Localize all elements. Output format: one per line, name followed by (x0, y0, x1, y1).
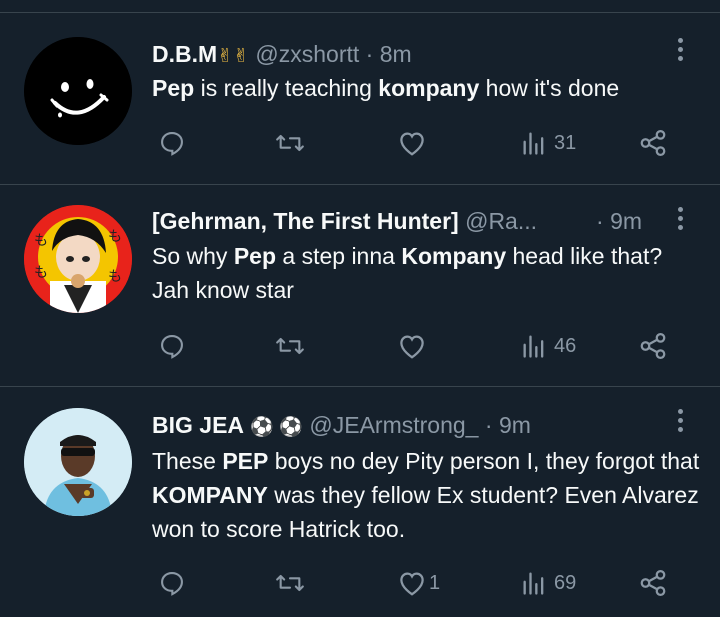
reply-button[interactable] (158, 565, 192, 601)
share-button[interactable] (638, 328, 668, 364)
share-icon (640, 333, 666, 359)
svg-text:も: も (108, 229, 122, 245)
heart-icon (400, 335, 424, 359)
retweet-button[interactable] (274, 565, 312, 601)
tweet-text: These PEP boys no dey Pity person I, the… (152, 444, 702, 546)
retweet-icon (276, 337, 304, 355)
tweet-header: BIG JEA ⚽ ⚽ @JEArmstrong_ · 9m (152, 411, 660, 442)
views-count: 69 (554, 571, 577, 594)
text-bold: PEP (222, 448, 269, 474)
text-bold: Kompany (401, 243, 507, 269)
display-name[interactable]: [Gehrman, The First Hunter] (152, 208, 459, 234)
svg-text:も: も (108, 269, 122, 285)
separator-dot: · (359, 41, 380, 67)
text-plain: So why (152, 243, 234, 269)
share-button[interactable] (638, 125, 668, 161)
username[interactable]: @JEArmstrong_ (309, 412, 478, 438)
retweet-icon (276, 574, 304, 592)
avatar[interactable] (24, 408, 132, 516)
reply-button[interactable] (158, 125, 192, 161)
more-options-icon[interactable] (676, 207, 684, 234)
action-bar: 46 (152, 328, 682, 364)
username[interactable]: @Ra... (465, 208, 537, 234)
timestamp[interactable]: 9m (499, 412, 531, 438)
views-icon (523, 132, 544, 155)
top-divider (0, 12, 720, 13)
views-button[interactable]: 31 (520, 125, 576, 161)
text-bold: kompany (378, 75, 480, 101)
display-name[interactable]: D.B.M (152, 41, 217, 67)
text-plain: boys no dey Pity person I, they forgot t… (268, 448, 700, 474)
more-options-icon[interactable] (676, 38, 684, 65)
like-button[interactable] (397, 328, 433, 364)
tweet-time: · 9m (596, 207, 660, 235)
action-bar: 1 69 (152, 565, 682, 601)
text-bold: Pep (152, 75, 195, 101)
share-icon (640, 570, 666, 596)
views-button[interactable]: 69 (520, 565, 576, 601)
action-bar: 31 (152, 125, 682, 161)
smiley-face-icon (24, 37, 132, 145)
like-count: 1 (429, 571, 441, 594)
text-plain: These (152, 448, 223, 474)
text-bold: KOMPANY (152, 482, 268, 508)
tweet-divider (0, 386, 720, 387)
views-button[interactable]: 46 (520, 328, 576, 364)
svg-text:も: も (34, 265, 48, 281)
reply-icon (161, 132, 183, 156)
reply-icon (161, 572, 183, 596)
username[interactable]: @zxshortt (255, 41, 359, 67)
anime-avatar-icon: も も も も (24, 205, 132, 313)
name-emoji: ⚽ ⚽ (250, 417, 304, 438)
retweet-icon (276, 134, 304, 152)
text-bold: Pep (233, 243, 277, 269)
like-button[interactable] (397, 125, 433, 161)
share-icon (640, 130, 666, 156)
avatar[interactable] (24, 37, 132, 145)
heart-icon (400, 132, 424, 156)
tweet-header: D.B.M✌✌ @zxshortt · 8m (152, 40, 660, 71)
text-plain: a step inna (276, 243, 402, 269)
more-options-icon[interactable] (676, 409, 684, 436)
text-plain: how it's done (479, 75, 620, 101)
views-icon (523, 335, 544, 358)
separator-dot: · (596, 208, 611, 234)
views-count: 46 (554, 334, 577, 357)
timestamp[interactable]: 8m (380, 41, 412, 67)
views-icon (523, 572, 544, 595)
views-count: 31 (554, 131, 577, 154)
text-plain: is really teaching (194, 75, 379, 101)
tweet-header: [Gehrman, The First Hunter] @Ra... (152, 207, 625, 235)
retweet-button[interactable] (274, 328, 312, 364)
svg-text:も: も (34, 233, 48, 249)
tweet-text: Pep is really teaching kompany how it's … (152, 71, 702, 105)
timestamp[interactable]: 9m (610, 208, 642, 234)
retweet-button[interactable] (274, 125, 312, 161)
display-name[interactable]: BIG JEA (152, 412, 244, 438)
person-photo-icon (24, 408, 132, 516)
reply-icon (161, 335, 183, 359)
avatar[interactable]: も も も も (24, 205, 132, 313)
name-emoji: ✌✌ (217, 46, 250, 67)
heart-icon (400, 572, 424, 596)
separator-dot: · (478, 412, 499, 438)
like-button[interactable]: 1 (397, 565, 440, 601)
reply-button[interactable] (158, 328, 192, 364)
share-button[interactable] (638, 565, 668, 601)
tweet-divider (0, 184, 720, 185)
tweet-text: So why Pep a step inna Kompany head like… (152, 239, 702, 307)
